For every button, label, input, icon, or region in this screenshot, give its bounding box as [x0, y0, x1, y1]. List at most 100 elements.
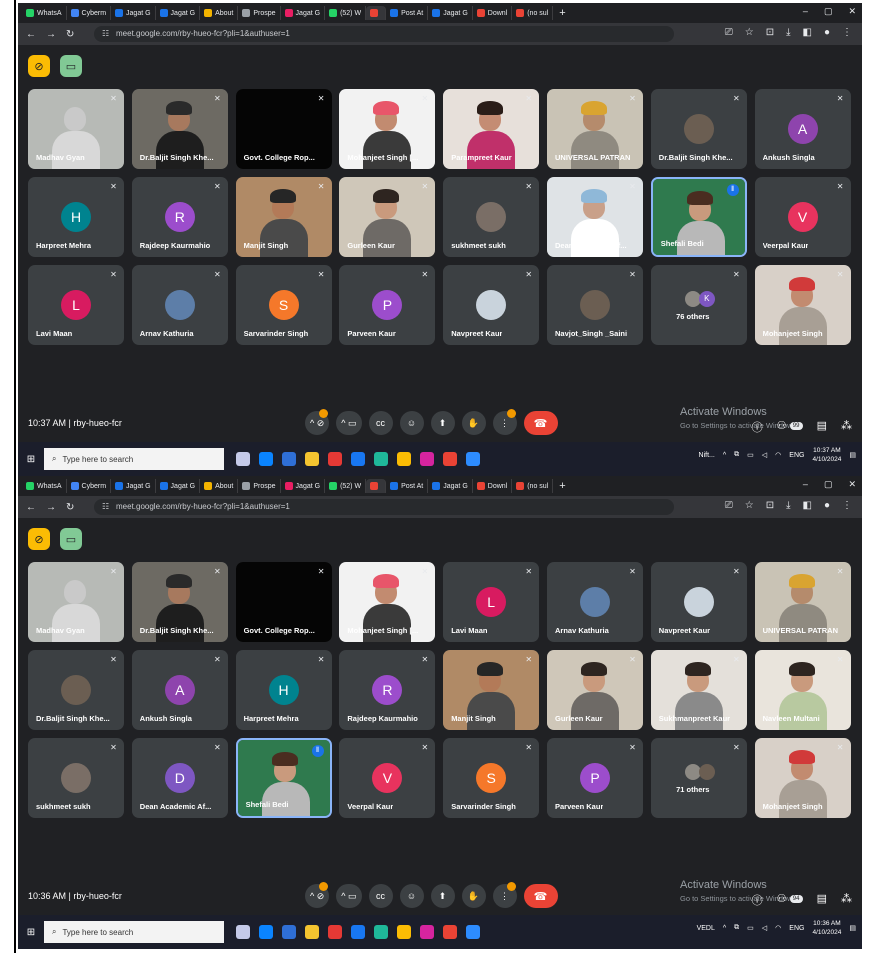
participant-tile[interactable]: ✕ Govt. College Rop... — [235, 89, 332, 169]
menu-icon[interactable]: ⋮ — [842, 500, 852, 511]
participant-tile[interactable]: V ✕ Veerpal Kaur — [339, 738, 436, 818]
companion-mode-icon[interactable]: ▭ — [60, 55, 82, 77]
meeting-info-icon[interactable]: ⓘ — [752, 892, 763, 908]
participant-tile[interactable]: ✕ Mohanjeet Singh — [754, 738, 851, 818]
file-explorer-icon[interactable] — [305, 452, 319, 466]
chevron-up-icon[interactable]: ^ — [723, 925, 726, 932]
participant-tile[interactable]: ✕ Dr.Baljit Singh Khe... — [131, 562, 228, 642]
browser-tab[interactable]: Jagat G — [428, 479, 473, 493]
participant-tile[interactable]: ✕ UNIVERSAL PATRAN — [754, 562, 851, 642]
browser-tab[interactable]: Cyberm — [67, 6, 112, 20]
browser-tab[interactable]: Jagat G — [156, 479, 201, 493]
browser-tab[interactable]: Jagat G — [156, 6, 201, 20]
download-icon[interactable]: ⤓ — [786, 27, 790, 38]
profile-icon[interactable]: ● — [824, 27, 830, 38]
browser-tab[interactable]: Prospe — [238, 479, 281, 493]
browser-tab[interactable]: Downl — [473, 6, 513, 20]
task-view-icon[interactable] — [236, 925, 250, 939]
instagram-icon[interactable] — [420, 925, 434, 939]
raise-hand-button[interactable]: ✋ — [461, 411, 486, 435]
participant-tile[interactable]: H ✕ Harpreet Mehra — [235, 650, 332, 730]
mic-toggle-button[interactable]: ^ ⊘ — [305, 409, 330, 435]
site-info-icon[interactable]: ☷ — [102, 499, 109, 515]
sidepanel-icon[interactable]: ◧ — [803, 27, 812, 38]
instagram-icon[interactable] — [420, 452, 434, 466]
participant-tile[interactable]: ✕ Dr.Baljit Singh Khe... — [650, 89, 747, 169]
download-icon[interactable]: ⤓ — [786, 500, 790, 511]
participant-tile[interactable]: ✕ Dr.Baljit Singh Khe... — [131, 89, 228, 169]
browser-tab[interactable]: (no sul — [512, 6, 554, 20]
emoji-button[interactable]: ☺ — [399, 884, 424, 908]
windows-start-icon[interactable]: ⊞ — [18, 442, 44, 476]
forward-icon[interactable]: → — [46, 29, 56, 40]
participant-tile[interactable]: ✕ Govt. College Rop... — [235, 562, 332, 642]
participant-tile[interactable]: ✕ sukhmeet sukh — [443, 177, 540, 257]
participant-tile[interactable]: R ✕ Rajdeep Kaurmahio — [131, 177, 228, 257]
browser-tab[interactable]: WhatsA — [22, 479, 67, 493]
site-info-icon[interactable]: ☷ — [102, 26, 109, 42]
wifi-icon[interactable]: ◠ — [775, 924, 781, 932]
chat-icon[interactable]: ▤ — [817, 419, 827, 435]
people-button[interactable]: ⚇ 94 — [777, 892, 803, 908]
edge-beta-icon[interactable] — [374, 925, 388, 939]
participant-tile[interactable]: ✕ Madhav Gyan — [28, 562, 124, 642]
present-button[interactable]: ⬆ — [430, 411, 455, 435]
new-tab-button[interactable]: + — [553, 7, 571, 19]
edge-icon[interactable] — [259, 925, 273, 939]
browser-tab[interactable]: (52) W — [325, 6, 367, 20]
file-explorer-icon[interactable] — [305, 925, 319, 939]
minimize-icon[interactable]: – — [803, 6, 808, 17]
facebook-icon[interactable] — [351, 452, 365, 466]
extensions-icon[interactable]: ⊡ — [766, 27, 774, 38]
browser-tab[interactable]: About — [200, 479, 239, 493]
participant-tile[interactable]: ✕ Gurleen Kaur — [547, 650, 643, 730]
chrome-profile-icon[interactable] — [443, 452, 457, 466]
chrome-icon[interactable] — [397, 452, 411, 466]
participant-tile[interactable]: ✕ Mohanjeet Singh — [754, 265, 851, 345]
participant-tile[interactable]: ✕ 71 others — [650, 738, 747, 818]
participant-tile[interactable]: ✕ Manjit Singh — [443, 650, 540, 730]
activities-icon[interactable]: ⁂ — [841, 419, 852, 435]
reload-icon[interactable]: ↻ — [66, 502, 74, 513]
maximize-icon[interactable]: ▢ — [824, 479, 833, 490]
participant-tile[interactable]: ✕ Navleen Multani — [754, 650, 851, 730]
captions-off-icon[interactable]: ⊘ — [28, 55, 50, 77]
browser-tab[interactable]: Jagat G — [428, 6, 473, 20]
participant-tile[interactable]: L ✕ Lavi Maan — [28, 265, 124, 345]
mic-toggle-button[interactable]: ^ ⊘ — [305, 882, 330, 908]
forward-icon[interactable]: → — [46, 502, 56, 513]
participant-tile[interactable]: K ✕ 76 others — [650, 265, 747, 345]
cast-icon[interactable]: ⎚ — [725, 500, 733, 511]
participant-tile[interactable]: ✕ Arnav Kathuria — [547, 562, 643, 642]
participant-tile[interactable]: ✕ Madhav Gyan — [28, 89, 124, 169]
captions-off-icon[interactable]: ⊘ — [28, 528, 50, 550]
cast-icon[interactable]: ⎚ — [725, 27, 733, 38]
zoom-icon[interactable] — [466, 452, 480, 466]
browser-tab[interactable]: Prospe — [238, 6, 281, 20]
browser-tab[interactable]: (52) W — [325, 479, 367, 493]
battery-icon[interactable]: ▭ — [747, 924, 754, 932]
reload-icon[interactable]: ↻ — [66, 29, 74, 40]
participant-tile[interactable]: ✕ Navpreet Kaur — [443, 265, 540, 345]
participant-tile[interactable]: S ✕ Sarvarinder Singh — [235, 265, 332, 345]
url-field[interactable]: ☷ meet.google.com/rby-hueo-fcr?pli=1&auth… — [94, 499, 674, 515]
leave-call-button[interactable]: ☎ — [523, 411, 558, 435]
people-button[interactable]: ⚇ 99 — [777, 419, 803, 435]
camera-toggle-button[interactable]: ^ ▭ — [336, 411, 362, 435]
notification-icon[interactable]: ▤ — [849, 924, 856, 932]
participant-tile[interactable]: ✕ Navjot_Singh _Saini — [547, 265, 643, 345]
chat-icon[interactable]: ▤ — [817, 892, 827, 908]
participant-tile[interactable]: ✕ Manjit Singh — [235, 177, 332, 257]
browser-tab[interactable]: Post At — [386, 6, 429, 20]
browser-tab[interactable]: WhatsA — [22, 6, 67, 20]
participant-tile[interactable]: ⦀ Shefali Bedi — [650, 177, 747, 257]
menu-icon[interactable]: ⋮ — [842, 27, 852, 38]
new-tab-button[interactable]: + — [553, 480, 571, 492]
participant-tile[interactable]: R ✕ Rajdeep Kaurmahio — [339, 650, 436, 730]
browser-tab[interactable]: Jagat G — [111, 479, 156, 493]
participant-tile[interactable]: ⦀ Shefali Bedi — [235, 738, 332, 818]
facebook-icon[interactable] — [351, 925, 365, 939]
camera-toggle-button[interactable]: ^ ▭ — [336, 884, 362, 908]
maximize-icon[interactable]: ▢ — [824, 6, 833, 17]
participant-tile[interactable]: P ✕ Parveen Kaur — [547, 738, 643, 818]
